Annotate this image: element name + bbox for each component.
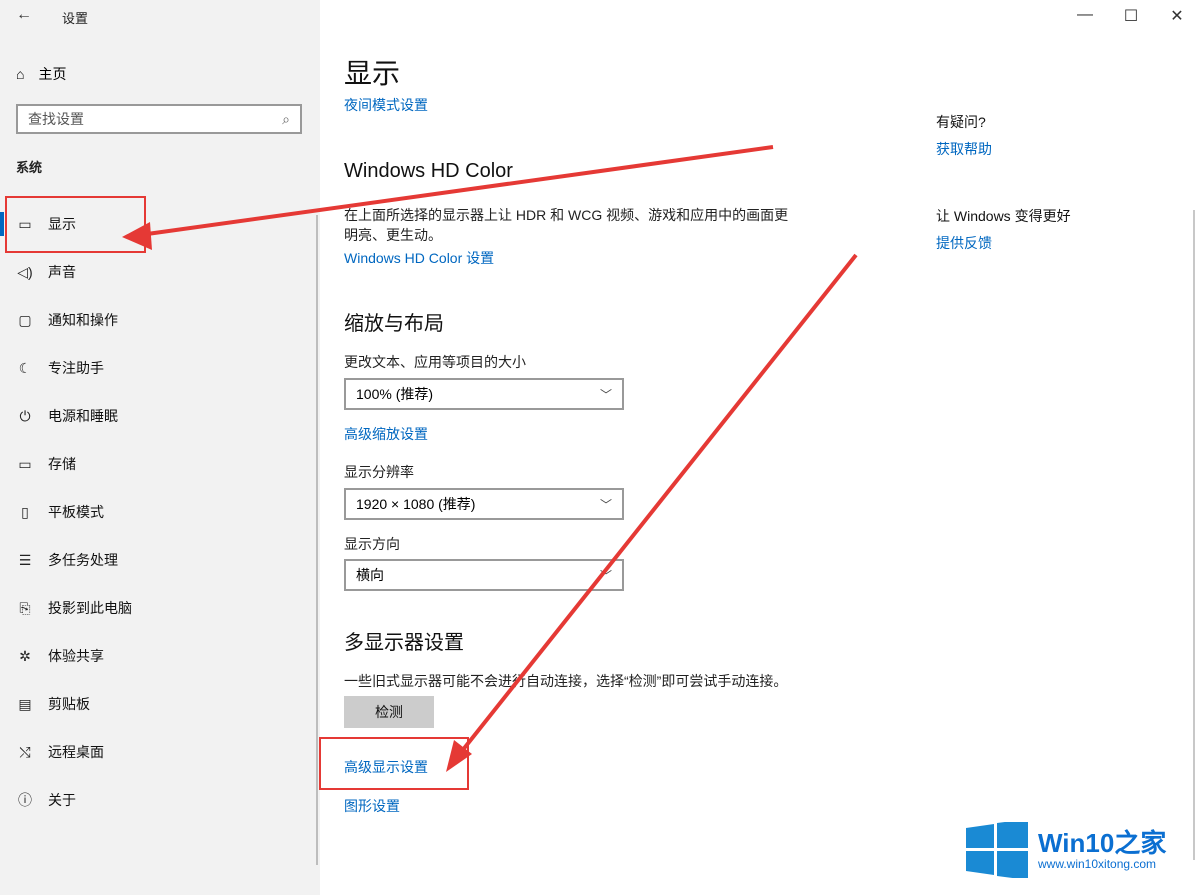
sidebar-item-projecting[interactable]: ⎘ 投影到此电脑	[0, 584, 316, 632]
multi-display-heading: 多显示器设置	[344, 632, 464, 654]
sidebar-item-label: 平板模式	[48, 504, 104, 520]
watermark-logo: Win10之家 www.win10xitong.com	[966, 822, 1166, 878]
multitask-icon: ☰	[18, 551, 32, 568]
sidebar-item-focus-assist[interactable]: ☾ 专注助手	[0, 344, 316, 392]
sidebar-item-storage[interactable]: ▭ 存储	[0, 440, 316, 488]
section-label: 系统	[16, 160, 43, 175]
chevron-down-icon: ﹀	[599, 568, 612, 583]
share-icon: ✲	[19, 647, 31, 664]
improve-heading: 让 Windows 变得更好	[936, 208, 1071, 224]
sidebar: ← 设置 ⌂ 主页 ⌕ 系统 ▭ 显示 ◁) 声音 ▢ 通知和操作 ☾ 专注助手…	[0, 0, 320, 895]
sidebar-item-multitasking[interactable]: ☰ 多任务处理	[0, 536, 316, 584]
watermark-brand: Win10之家	[1038, 828, 1167, 858]
sidebar-item-clipboard[interactable]: ▤ 剪贴板	[0, 680, 316, 728]
question-heading: 有疑问?	[936, 114, 986, 130]
sidebar-item-label: 专注助手	[48, 360, 104, 376]
info-icon: ⓘ	[18, 792, 32, 808]
sidebar-item-label: 通知和操作	[48, 312, 118, 328]
sidebar-item-power[interactable]: ⏻ 电源和睡眠	[0, 392, 316, 440]
chevron-down-icon: ﹀	[599, 497, 612, 512]
feedback-link[interactable]: 提供反馈	[936, 233, 992, 253]
scale-dropdown-value: 100% (推荐)	[356, 386, 434, 402]
night-light-link[interactable]: 夜间模式设置	[344, 95, 428, 115]
advanced-scaling-link[interactable]: 高级缩放设置	[344, 424, 428, 444]
orientation-dropdown-value: 横向	[356, 567, 384, 583]
power-icon: ⏻	[19, 407, 31, 424]
sidebar-item-label: 剪贴板	[48, 696, 90, 712]
hdr-description-line2: 明亮、更生动。	[344, 227, 442, 243]
sidebar-item-notifications[interactable]: ▢ 通知和操作	[0, 296, 316, 344]
windows-logo-icon	[966, 822, 1028, 878]
search-icon[interactable]: ⌕	[272, 111, 300, 128]
sidebar-item-label: 投影到此电脑	[48, 600, 132, 616]
sidebar-item-label: 电源和睡眠	[48, 408, 118, 424]
size-label: 更改文本、应用等项目的大小	[344, 354, 526, 370]
sidebar-item-label: 远程桌面	[48, 744, 104, 760]
notification-icon: ▢	[18, 311, 32, 328]
detect-button[interactable]: 检测	[344, 696, 434, 728]
sidebar-divider	[316, 215, 318, 865]
home-icon: ⌂	[16, 66, 25, 82]
sidebar-item-shared-experiences[interactable]: ✲ 体验共享	[0, 632, 316, 680]
speaker-icon: ◁)	[17, 263, 33, 280]
sidebar-nav: ▭ 显示 ◁) 声音 ▢ 通知和操作 ☾ 专注助手 ⏻ 电源和睡眠 ▭ 存储 ▯…	[0, 200, 316, 824]
sidebar-item-label: 声音	[48, 264, 76, 280]
orientation-dropdown[interactable]: 横向 ﹀	[344, 559, 624, 591]
resolution-dropdown-value: 1920 × 1080 (推荐)	[356, 496, 476, 512]
app-title: 设置	[62, 11, 89, 26]
home-label: 主页	[38, 66, 67, 82]
multi-display-description: 一些旧式显示器可能不会进行自动连接，选择“检测”即可尝试手动连接。	[344, 673, 788, 689]
sidebar-item-tablet[interactable]: ▯ 平板模式	[0, 488, 316, 536]
sidebar-item-sound[interactable]: ◁) 声音	[0, 248, 316, 296]
scrollbar[interactable]	[1193, 210, 1195, 860]
get-help-link[interactable]: 获取帮助	[936, 139, 992, 159]
sidebar-item-label: 关于	[48, 792, 76, 808]
moon-icon: ☾	[18, 359, 32, 376]
watermark-url: www.win10xitong.com	[1038, 857, 1157, 871]
highlight-box-advanced-display	[319, 737, 469, 790]
projection-icon: ⎘	[19, 599, 31, 616]
sidebar-item-remote-desktop[interactable]: ⤭ 远程桌面	[0, 728, 316, 776]
scale-dropdown[interactable]: 100% (推荐) ﹀	[344, 378, 624, 410]
search-input[interactable]	[18, 110, 272, 128]
sidebar-item-about[interactable]: ⓘ 关于	[0, 776, 316, 824]
hdr-description-line1: 在上面所选择的显示器上让 HDR 和 WCG 视频、游戏和应用中的画面更	[344, 207, 789, 223]
resolution-label: 显示分辨率	[344, 464, 414, 480]
storage-icon: ▭	[18, 455, 32, 472]
highlight-box-display	[5, 196, 146, 253]
minimize-icon[interactable]: —	[1070, 6, 1100, 24]
remote-icon: ⤭	[19, 743, 31, 760]
tablet-icon: ▯	[21, 503, 29, 520]
clipboard-icon: ▤	[18, 695, 32, 712]
page-title: 显示	[344, 58, 401, 89]
sidebar-item-label: 存储	[48, 456, 76, 472]
back-arrow-icon[interactable]: ←	[16, 6, 32, 24]
search-box[interactable]: ⌕	[16, 104, 302, 134]
graphics-settings-link[interactable]: 图形设置	[344, 796, 400, 816]
maximize-icon[interactable]: ☐	[1116, 6, 1146, 26]
sidebar-item-label: 体验共享	[48, 648, 104, 664]
hdr-heading: Windows HD Color	[344, 160, 513, 182]
home-link[interactable]: ⌂ 主页	[16, 64, 66, 84]
orientation-label: 显示方向	[344, 536, 400, 552]
sidebar-item-label: 多任务处理	[48, 552, 118, 568]
resolution-dropdown[interactable]: 1920 × 1080 (推荐) ﹀	[344, 488, 624, 520]
close-icon[interactable]: ✕	[1162, 6, 1192, 26]
hdr-settings-link[interactable]: Windows HD Color 设置	[344, 248, 494, 268]
chevron-down-icon: ﹀	[599, 387, 612, 402]
scale-heading: 缩放与布局	[344, 313, 444, 335]
